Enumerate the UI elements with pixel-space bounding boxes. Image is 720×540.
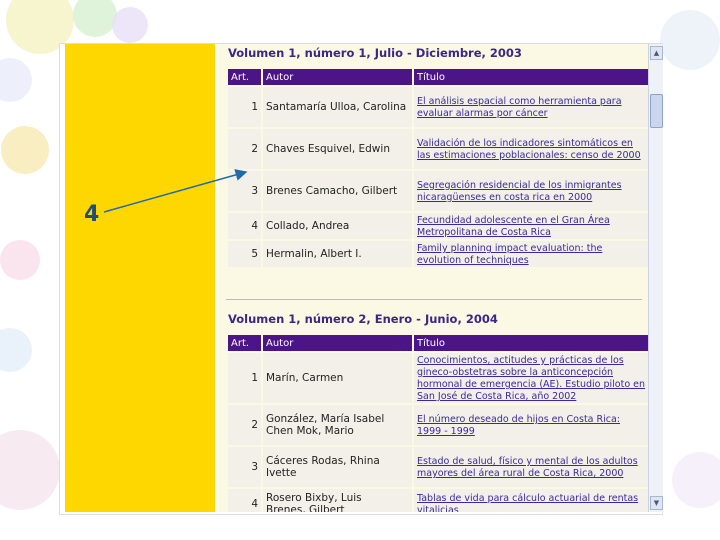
header-titulo: Título [414, 335, 648, 351]
article-number: 2 [228, 405, 261, 445]
article-author: Marín, Carmen [263, 353, 412, 403]
article-number: 2 [228, 129, 261, 169]
article-number: 5 [228, 241, 261, 267]
articles-table-2: Art. Autor Título 1 Marín, Carmen Conoci… [226, 333, 648, 512]
journal-content: Volumen 1, número 1, Julio - Diciembre, … [218, 44, 648, 512]
article-author: Cáceres Rodas, Rhina Ivette [263, 447, 412, 487]
header-art: Art. [228, 69, 261, 85]
article-title-link[interactable]: Conocimientos, actitudes y prácticas de … [417, 355, 645, 402]
article-title-link[interactable]: El número deseado de hijos en Costa Rica… [417, 414, 620, 437]
header-autor: Autor [263, 69, 412, 85]
article-title-link[interactable]: Validación de los indicadores sintomátic… [417, 138, 641, 161]
articles-table-1: Art. Autor Título 1 Santamaría Ulloa, Ca… [226, 67, 648, 269]
vertical-scrollbar[interactable]: ▲ ▼ [648, 44, 663, 512]
volume-2-title: Volumen 1, número 2, Enero - Junio, 2004 [228, 312, 498, 326]
article-number: 1 [228, 353, 261, 403]
article-title-link[interactable]: Fecundidad adolescente en el Gran Área M… [417, 215, 610, 238]
scroll-down-arrow-icon[interactable]: ▼ [650, 496, 663, 510]
article-title-link[interactable]: Family planning impact evaluation: the e… [417, 243, 602, 266]
table-row: 4 Collado, Andrea Fecundidad adolescente… [228, 213, 648, 239]
article-author: Hermalin, Albert I. [263, 241, 412, 267]
yellow-sidebar [65, 44, 215, 512]
article-number: 4 [228, 489, 261, 512]
article-number: 3 [228, 447, 261, 487]
article-author: González, María Isabel Chen Mok, Mario [263, 405, 412, 445]
article-title-link[interactable]: Tablas de vida para cálculo actuarial de… [417, 493, 638, 512]
article-author: Collado, Andrea [263, 213, 412, 239]
table-row: 1 Santamaría Ulloa, Carolina El análisis… [228, 87, 648, 127]
article-number: 1 [228, 87, 261, 127]
table-row: 2 González, María Isabel Chen Mok, Mario… [228, 405, 648, 445]
article-title-link[interactable]: Segregación residencial de los inmigrant… [417, 180, 622, 203]
table-row: 5 Hermalin, Albert I. Family planning im… [228, 241, 648, 267]
header-titulo: Título [414, 69, 648, 85]
article-number: 3 [228, 171, 261, 211]
scrollbar-thumb[interactable] [650, 94, 663, 128]
table-row: 3 Brenes Camacho, Gilbert Segregación re… [228, 171, 648, 211]
section-separator [226, 269, 642, 300]
article-number: 4 [228, 213, 261, 239]
article-author: Chaves Esquivel, Edwin [263, 129, 412, 169]
article-title-link[interactable]: Estado de salud, físico y mental de los … [417, 456, 638, 479]
table-row: 4 Rosero Bixby, Luis Brenes, Gilbert Tab… [228, 489, 648, 512]
article-author: Brenes Camacho, Gilbert [263, 171, 412, 211]
scroll-up-arrow-icon[interactable]: ▲ [650, 46, 663, 60]
volume-1-title: Volumen 1, número 1, Julio - Diciembre, … [228, 46, 522, 60]
annotation-number: 4 [84, 202, 100, 227]
table-header: Art. Autor Título [228, 69, 648, 85]
article-title-link[interactable]: El análisis espacial como herramienta pa… [417, 96, 622, 119]
table-row: 2 Chaves Esquivel, Edwin Validación de l… [228, 129, 648, 169]
table-row: 1 Marín, Carmen Conocimientos, actitudes… [228, 353, 648, 403]
header-autor: Autor [263, 335, 412, 351]
article-author: Rosero Bixby, Luis Brenes, Gilbert [263, 489, 412, 512]
header-art: Art. [228, 335, 261, 351]
article-author: Santamaría Ulloa, Carolina [263, 87, 412, 127]
table-header: Art. Autor Título [228, 335, 648, 351]
table-row: 3 Cáceres Rodas, Rhina Ivette Estado de … [228, 447, 648, 487]
